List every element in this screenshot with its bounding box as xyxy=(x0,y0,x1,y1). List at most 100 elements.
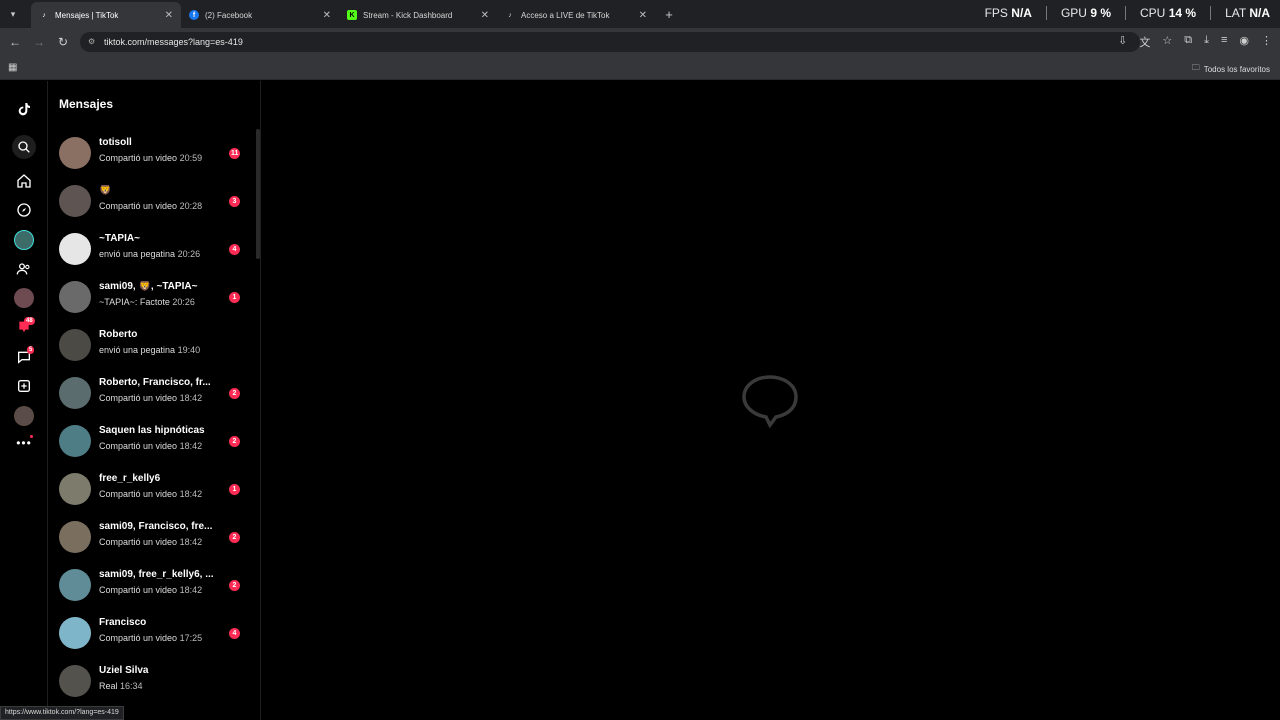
preview-text: Compartió un video xyxy=(99,153,178,163)
avatar xyxy=(59,473,91,505)
chat-bubble-icon xyxy=(742,375,798,429)
conversation-preview: Real 16:34 xyxy=(99,681,143,691)
conversation-name: Saquen las hipnóticas xyxy=(99,425,205,436)
conversation-item[interactable]: sami09, 🦁, ~TAPIA~ ~TAPIA~: Factote 20:26… xyxy=(59,277,249,317)
facebook-icon: f xyxy=(189,10,199,20)
conversation-name: totisoll xyxy=(99,137,132,148)
conversation-item[interactable]: Uziel Silva Real 16:34 xyxy=(59,661,249,701)
back-button[interactable]: ← xyxy=(3,35,27,49)
extensions-icon[interactable]: ⧉ xyxy=(1184,34,1192,50)
conversation-item[interactable]: Roberto, Francisco, fr... Compartió un vi… xyxy=(59,373,249,413)
avatar xyxy=(59,137,91,169)
address-bar[interactable]: ⚙ tiktok.com/messages?lang=es-419 xyxy=(80,32,1140,52)
kick-icon: K xyxy=(347,10,357,20)
upload-icon[interactable] xyxy=(12,374,36,398)
unread-count-badge: 3 xyxy=(229,196,240,207)
downloads-icon[interactable]: ⤓ xyxy=(1204,34,1209,50)
profile-icon[interactable]: ◉ xyxy=(1239,34,1249,50)
tab-facebook[interactable]: f (2) Facebook ✕ xyxy=(181,2,339,28)
conversation-item[interactable]: sami09, Francisco, fre... Compartió un vi… xyxy=(59,517,249,557)
message-time: 18:42 xyxy=(179,537,203,547)
translate-icon[interactable]: 文 xyxy=(1139,34,1150,50)
conversation-name: sami09, Francisco, fre... xyxy=(99,521,213,532)
chat-pane xyxy=(262,81,1280,720)
close-tab-icon[interactable]: ✕ xyxy=(323,10,331,21)
conversation-name: sami09, free_r_kelly6, ... xyxy=(99,569,214,580)
reload-button[interactable]: ↻ xyxy=(51,35,75,49)
close-tab-icon[interactable]: ✕ xyxy=(481,10,489,21)
message-time: 17:25 xyxy=(179,633,203,643)
more-icon[interactable]: ••• xyxy=(12,431,36,455)
unread-count-badge: 1 xyxy=(229,484,240,495)
new-tab-button[interactable]: + xyxy=(659,7,679,22)
more-dot-indicator xyxy=(30,435,33,438)
search-icon[interactable] xyxy=(12,135,36,159)
conversation-name: ~TAPIA~ xyxy=(99,233,140,244)
tab-title: Mensajes | TikTok xyxy=(55,10,119,20)
bookmark-star-icon[interactable]: ☆ xyxy=(1162,34,1172,50)
unread-count-badge: 2 xyxy=(229,532,240,543)
avatar xyxy=(59,521,91,553)
activity-badge: 48 xyxy=(24,317,35,325)
page-title: Mensajes xyxy=(59,97,114,111)
conversation-name: 🦁 xyxy=(99,185,112,196)
browser-menu-icon[interactable]: ⋮ xyxy=(1261,34,1272,50)
scrollbar[interactable] xyxy=(256,129,260,259)
message-time: 18:42 xyxy=(179,489,203,499)
tiktok-logo-icon[interactable] xyxy=(12,97,36,121)
message-time: 20:59 xyxy=(179,153,203,163)
avatar xyxy=(59,617,91,649)
preview-text: envió una pegatina xyxy=(99,249,176,259)
activity-icon[interactable]: 48 xyxy=(12,315,36,339)
reading-list-icon[interactable]: ≡ xyxy=(1221,34,1227,50)
close-tab-icon[interactable]: ✕ xyxy=(165,10,173,21)
all-bookmarks-button[interactable]: 🗀 Todos los favoritos xyxy=(1192,62,1270,76)
tab-search-button[interactable]: ▾ xyxy=(5,6,21,22)
conversation-item[interactable]: totisoll Compartió un video 20:59 11 xyxy=(59,133,249,173)
conversation-name: Francisco xyxy=(99,617,147,628)
following-avatar[interactable] xyxy=(14,230,34,250)
conversation-item[interactable]: ~TAPIA~ envió una pegatina 20:26 4 xyxy=(59,229,249,269)
conversation-item[interactable]: sami09, free_r_kelly6, ... Compartió un v… xyxy=(59,565,249,605)
message-time: 20:28 xyxy=(179,201,203,211)
site-info-icon[interactable]: ⚙ xyxy=(88,37,98,47)
preview-text: ~TAPIA~: Factote xyxy=(99,297,170,307)
tab-tiktok-messages[interactable]: ♪ Mensajes | TikTok ✕ xyxy=(31,2,181,28)
tab-title: (2) Facebook xyxy=(205,10,253,20)
message-time: 16:34 xyxy=(120,681,143,691)
conversation-item[interactable]: Francisco Compartió un video 17:25 4 xyxy=(59,613,249,653)
fps-readout: FPS N/A xyxy=(984,6,1032,20)
install-app-icon[interactable]: ⇩ xyxy=(1118,34,1127,50)
conversation-preview: Compartió un video 18:42 xyxy=(99,489,202,499)
message-time: 20:26 xyxy=(172,297,195,307)
conversation-preview: Compartió un video 18:42 xyxy=(99,441,202,451)
home-icon[interactable] xyxy=(12,169,36,193)
url-text: tiktok.com/messages?lang=es-419 xyxy=(104,37,243,47)
conversation-item[interactable]: free_r_kelly6 Compartió un video 18:42 1 xyxy=(59,469,249,509)
tab-title: Stream - Kick Dashboard xyxy=(363,10,453,20)
preview-text: envió una pegatina xyxy=(99,345,176,355)
apps-grid-icon[interactable]: ▦ xyxy=(8,62,17,73)
message-time: 20:26 xyxy=(177,249,201,259)
live-avatar[interactable] xyxy=(14,288,34,308)
tab-tiktok-live[interactable]: ♪ Acceso a LIVE de TikTok ✕ xyxy=(497,2,655,28)
conversation-item[interactable]: 🦁 Compartió un video 20:28 3 xyxy=(59,181,249,221)
forward-button[interactable]: → xyxy=(27,35,51,49)
bookmarks-bar: ▦ 🗀 Todos los favoritos xyxy=(0,56,1280,80)
conversation-name: Uziel Silva xyxy=(99,665,149,676)
conversation-list-panel: Mensajes totisoll Compartió un video 20:5… xyxy=(49,81,261,720)
latency-readout: LAT N/A xyxy=(1225,6,1270,20)
message-time: 18:42 xyxy=(179,393,203,403)
avatar xyxy=(59,665,91,697)
conversation-item[interactable]: Roberto envió una pegatina 19:40 xyxy=(59,325,249,365)
close-tab-icon[interactable]: ✕ xyxy=(639,10,647,21)
tab-kick[interactable]: K Stream - Kick Dashboard ✕ xyxy=(339,2,497,28)
performance-overlay: FPS N/A GPU 9 % CPU 14 % LAT N/A xyxy=(985,6,1270,20)
tiktok-icon: ♪ xyxy=(42,11,46,19)
conversation-item[interactable]: Saquen las hipnóticas Compartió un video … xyxy=(59,421,249,461)
profile-avatar[interactable] xyxy=(14,406,34,426)
messages-icon[interactable]: 5 xyxy=(12,345,36,369)
friends-icon[interactable] xyxy=(12,257,36,281)
avatar xyxy=(59,329,91,361)
explore-compass-icon[interactable] xyxy=(12,198,36,222)
